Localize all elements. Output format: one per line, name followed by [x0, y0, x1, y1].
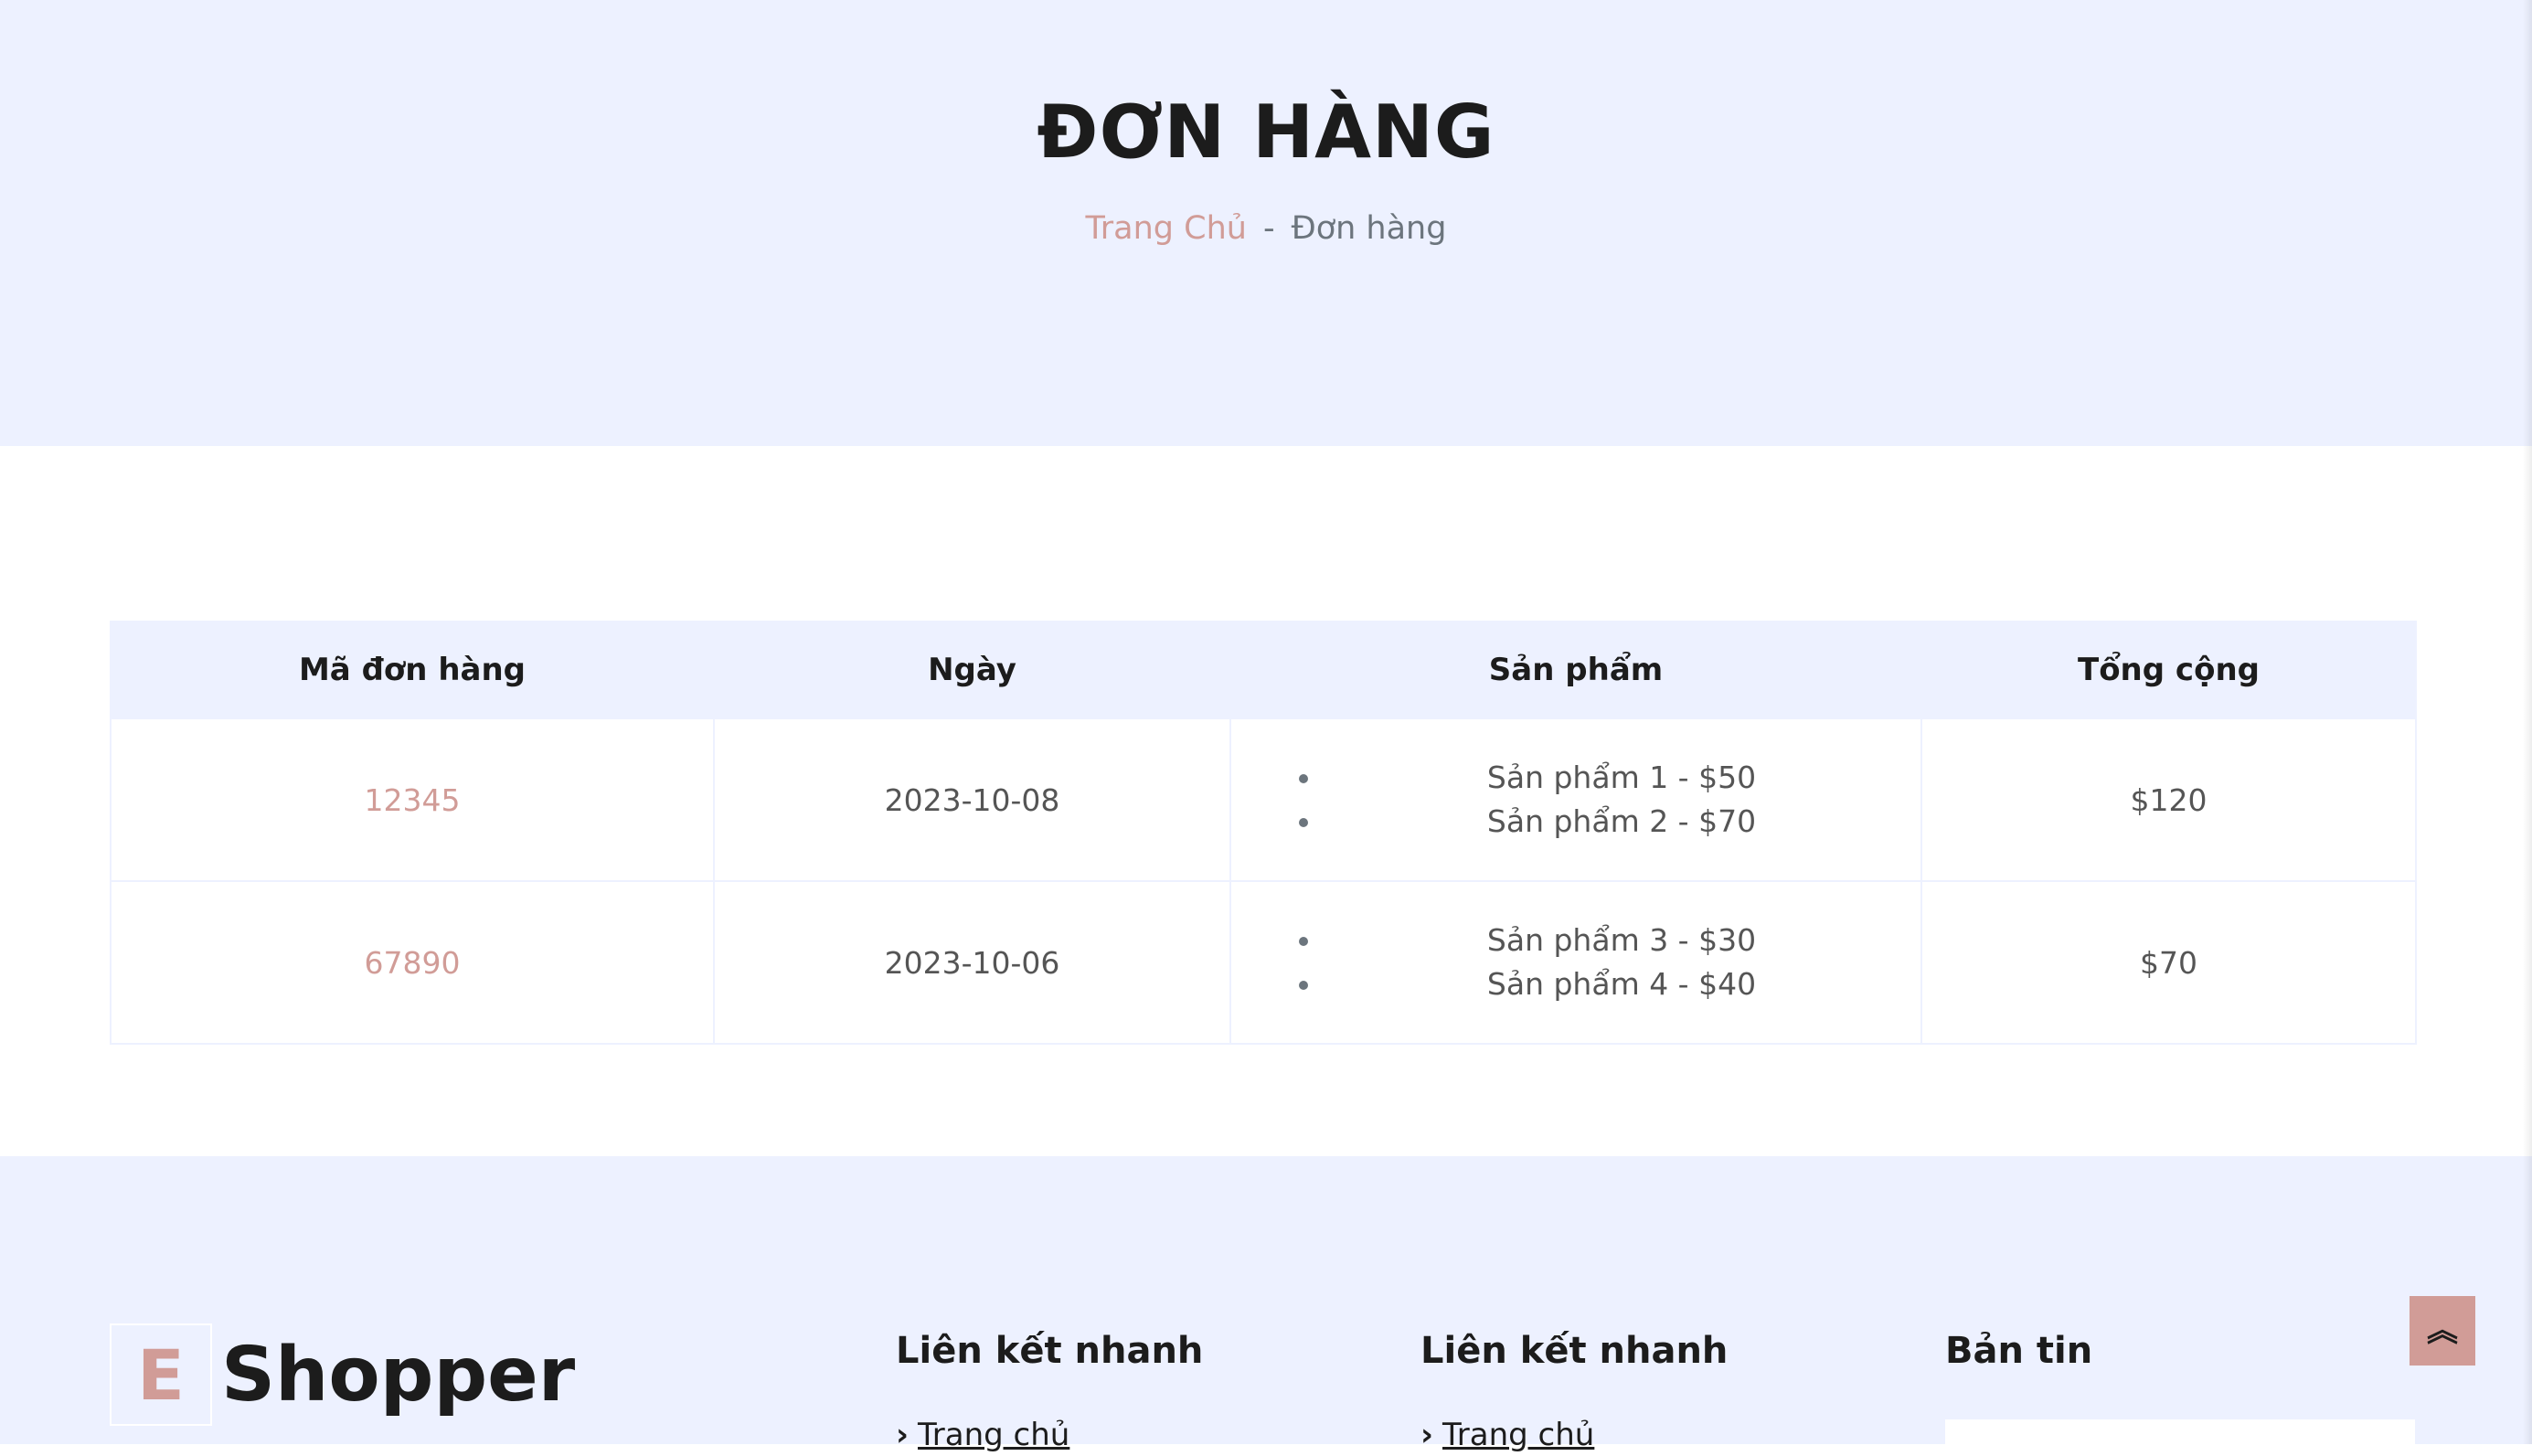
order-products-cell: Sản phẩm 1 - $50 Sản phẩm 2 - $70	[1229, 717, 1922, 882]
footer-quick-links-1: Liên kết nhanh › Trang chủ	[896, 1330, 1204, 1453]
order-id-link[interactable]: 12345	[365, 782, 461, 818]
product-list-item: Sản phẩm 1 - $50	[1324, 756, 1920, 800]
table-row: 12345 2023-10-08 Sản phẩm 1 - $50 Sản ph…	[110, 717, 2417, 882]
column-header-order-id: Mã đơn hàng	[110, 621, 715, 719]
footer-column-title: Liên kết nhanh	[1420, 1330, 1729, 1372]
column-header-total: Tổng cộng	[1920, 621, 2417, 719]
product-list-item: Sản phẩm 2 - $70	[1324, 800, 1920, 844]
orders-table: Mã đơn hàng Ngày Sản phẩm Tổng cộng 1234…	[110, 621, 2417, 1045]
footer-column-title: Bản tin	[1945, 1330, 2093, 1372]
table-row: 67890 2023-10-06 Sản phẩm 3 - $30 Sản ph…	[110, 880, 2417, 1045]
order-date-cell: 2023-10-08	[713, 717, 1231, 882]
footer-link-label: Trang chủ	[1442, 1417, 1595, 1453]
product-list-item: Sản phẩm 3 - $30	[1324, 919, 1920, 962]
footer-newsletter: Bản tin	[1945, 1330, 2092, 1372]
order-id-cell: 12345	[110, 717, 715, 882]
page-header: ĐƠN HÀNG Trang Chủ - Đơn hàng	[0, 0, 2532, 446]
order-id-link[interactable]: 67890	[365, 945, 461, 981]
order-products-cell: Sản phẩm 3 - $30 Sản phẩm 4 - $40	[1229, 880, 1922, 1045]
footer-quick-links-2: Liên kết nhanh › Trang chủ	[1420, 1330, 1729, 1453]
chevron-right-icon: ›	[896, 1417, 910, 1453]
product-list: Sản phẩm 3 - $30 Sản phẩm 4 - $40	[1232, 919, 1920, 1006]
logo-letter-box: E	[110, 1323, 212, 1426]
breadcrumb: Trang Chủ - Đơn hàng	[0, 210, 2532, 247]
breadcrumb-current: Đơn hàng	[1291, 210, 1447, 247]
footer-logo[interactable]: E Shopper	[110, 1323, 575, 1426]
product-list-item: Sản phẩm 4 - $40	[1324, 962, 1920, 1006]
column-header-products: Sản phẩm	[1229, 621, 1922, 719]
back-to-top-button[interactable]: ︽	[2410, 1296, 2475, 1366]
column-header-date: Ngày	[713, 621, 1231, 719]
orders-table-container: Mã đơn hàng Ngày Sản phẩm Tổng cộng 1234…	[110, 621, 2417, 1045]
footer: E Shopper Liên kết nhanh › Trang chủ Liên…	[0, 1156, 2532, 1453]
breadcrumb-home-link[interactable]: Trang Chủ	[1086, 210, 1247, 247]
footer-column-title: Liên kết nhanh	[896, 1330, 1204, 1372]
product-list: Sản phẩm 1 - $50 Sản phẩm 2 - $70	[1232, 756, 1920, 844]
page-title: ĐƠN HÀNG	[1037, 90, 1495, 175]
footer-link-home[interactable]: › Trang chủ	[1420, 1417, 1594, 1453]
chevron-right-icon: ›	[1420, 1417, 1434, 1453]
order-id-cell: 67890	[110, 880, 715, 1045]
logo-text: Shopper	[221, 1331, 576, 1419]
newsletter-input[interactable]	[1945, 1419, 2415, 1456]
table-header-row: Mã đơn hàng Ngày Sản phẩm Tổng cộng	[110, 621, 2417, 719]
footer-link-home[interactable]: › Trang chủ	[896, 1417, 1069, 1453]
order-total-cell: $120	[1920, 717, 2417, 882]
order-date-cell: 2023-10-06	[713, 880, 1231, 1045]
double-chevron-up-icon: ︽	[2427, 1313, 2458, 1349]
breadcrumb-separator: -	[1262, 210, 1275, 247]
footer-link-label: Trang chủ	[918, 1417, 1070, 1453]
page-scroll-edge	[2523, 0, 2532, 1444]
order-total-cell: $70	[1920, 880, 2417, 1045]
